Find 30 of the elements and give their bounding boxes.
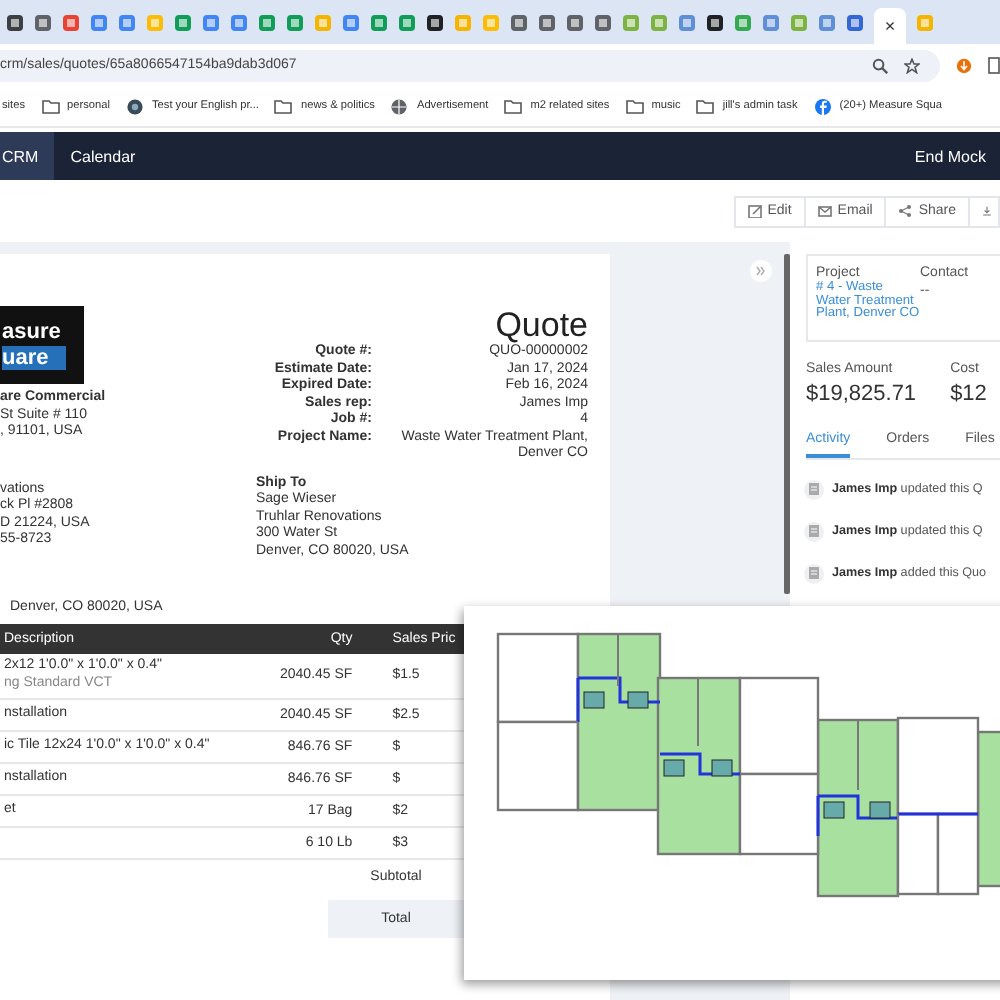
folder-icon (41, 97, 60, 115)
nav-item[interactable]: CRM (0, 132, 55, 180)
nav-item[interactable]: Calendar (54, 132, 152, 180)
site-icon (125, 97, 144, 115)
download-button[interactable] (968, 195, 1000, 227)
company-logo: asure uare (0, 306, 84, 384)
scrollbar[interactable] (784, 254, 790, 594)
download-icon (982, 204, 992, 218)
star-icon[interactable] (904, 57, 920, 73)
facebook-icon (813, 97, 832, 115)
folder-icon (696, 97, 715, 115)
end-mock-button[interactable]: End Mock (914, 132, 1000, 180)
folder-icon (625, 97, 644, 115)
activity-icon (804, 479, 824, 499)
edit-icon (747, 204, 762, 218)
cost-value: $12 (950, 382, 987, 406)
mail-icon (817, 204, 832, 218)
globe-icon (390, 97, 409, 115)
folder-icon (504, 97, 523, 115)
activity-icon (804, 521, 824, 541)
quote-title: Quote (495, 306, 588, 344)
share-icon (898, 204, 913, 218)
tab-close-button[interactable]: × (874, 8, 906, 44)
chevron-icon (756, 266, 766, 276)
extension-icon[interactable] (956, 57, 972, 73)
search-icon[interactable] (872, 57, 888, 73)
folder-icon (274, 97, 293, 115)
activity-icon (804, 563, 824, 583)
collapse-button[interactable] (750, 260, 772, 282)
sales-amount-value: $19,825.71 (806, 382, 917, 406)
